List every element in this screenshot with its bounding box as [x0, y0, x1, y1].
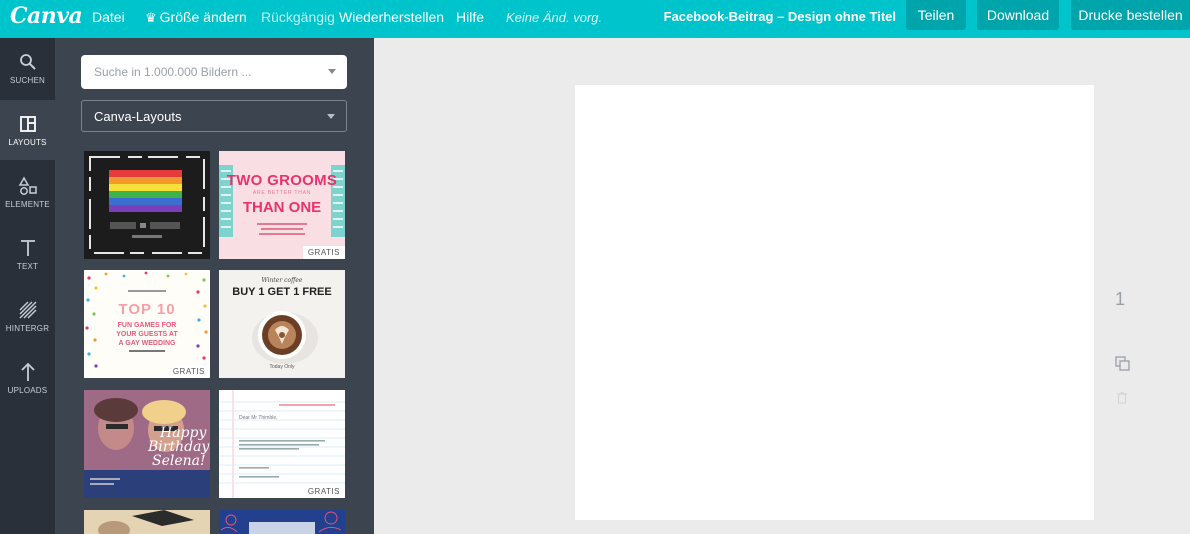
template-script-line-1: Happy	[160, 425, 207, 441]
template-subline: ARE BETTER THAN	[252, 190, 312, 196]
rail-uploads-label: UPLOADS	[7, 385, 48, 395]
image-search[interactable]	[81, 55, 347, 89]
free-badge: GRATIS	[302, 246, 345, 259]
template-thumbnail-graduation[interactable]	[84, 510, 210, 534]
template-thumbnail-birthday[interactable]: Happy Birthday Selena!	[84, 390, 210, 498]
delete-page-icon[interactable]	[1115, 391, 1129, 405]
document-title[interactable]: Facebook-Beitrag – Design ohne Titel	[664, 9, 896, 24]
elements-icon	[18, 175, 38, 196]
template-greeting: Dear Mr Thimble,	[239, 415, 278, 421]
template-footer: Today Only	[269, 364, 295, 370]
rail-background[interactable]: HINTERGR	[0, 286, 55, 346]
free-badge: GRATIS	[167, 365, 210, 378]
rail-text[interactable]: TEXT	[0, 224, 55, 284]
layout-category-select[interactable]: Canva-Layouts	[81, 100, 347, 132]
text-icon	[18, 238, 38, 258]
rail-uploads[interactable]: UPLOADS	[0, 348, 55, 408]
search-icon	[18, 52, 38, 72]
image-search-input[interactable]	[81, 55, 311, 89]
order-print-button[interactable]: Drucke bestellen	[1071, 0, 1190, 30]
coffee-cup-image	[252, 311, 318, 364]
search-dropdown-icon[interactable]	[328, 69, 336, 74]
background-icon	[18, 300, 38, 320]
rail-layouts[interactable]: LAYOUTS	[0, 100, 55, 160]
canva-logo[interactable]: Canva	[10, 3, 83, 29]
template-body: FUN GAMES FOR YOUR GUESTS AT A GAY WEDDI…	[84, 321, 210, 348]
template-script-line-2: Birthday	[148, 439, 210, 455]
undo-button[interactable]: Rückgängig	[261, 9, 335, 25]
free-badge: GRATIS	[302, 485, 345, 498]
menu-file[interactable]: Datei	[92, 9, 125, 25]
chevron-down-icon	[327, 114, 335, 119]
template-headline-2: THAN ONE	[242, 199, 322, 216]
crown-icon: ♛	[145, 10, 157, 25]
pattern-image	[219, 510, 345, 534]
share-button[interactable]: Teilen	[906, 0, 966, 30]
layouts-icon	[18, 114, 38, 134]
left-rail: SUCHEN LAYOUTS ELEMENTE TEXT HINTERGR UP…	[0, 38, 55, 534]
upload-icon	[18, 362, 38, 382]
template-thumbnail-top-10[interactable]: TOP 10 FUN GAMES FOR YOUR GUESTS AT A GA…	[84, 270, 210, 378]
template-headline: TOP 10	[118, 301, 176, 318]
menu-resize[interactable]: ♛ Größe ändern	[145, 9, 247, 26]
template-thumbnail-pattern[interactable]	[219, 510, 345, 534]
template-headline: Happy Birthday Selena!	[146, 426, 209, 468]
page-number: 1	[1115, 289, 1126, 309]
rail-search-label: SUCHEN	[10, 75, 45, 85]
template-headline: TWO GROOMS	[226, 172, 338, 189]
lined-paper-image	[219, 390, 345, 498]
template-body-line-3: A GAY WEDDING	[118, 340, 176, 347]
rail-elements-label: ELEMENTE	[5, 199, 50, 209]
graduation-photo-image	[84, 510, 210, 534]
template-thumbnail-two-grooms[interactable]: TWO GROOMS ARE BETTER THAN THAN ONE GRAT…	[219, 151, 345, 259]
copy-page-icon[interactable]	[1115, 356, 1130, 371]
template-body-line-2: YOUR GUESTS AT	[116, 331, 178, 338]
layouts-panel: Canva-Layouts	[55, 38, 374, 534]
rail-layouts-label: LAYOUTS	[8, 137, 47, 147]
download-button[interactable]: Download	[977, 0, 1059, 30]
rail-elements[interactable]: ELEMENTE	[0, 162, 55, 222]
pride-flag-image	[84, 151, 210, 259]
canvas-area: 1	[374, 38, 1190, 534]
menu-help[interactable]: Hilfe	[456, 9, 484, 25]
template-script-line-3: Selena!	[152, 453, 206, 469]
rail-search[interactable]: SUCHEN	[0, 38, 55, 98]
template-thumbnail-coffee[interactable]: Winter coffee BUY 1 GET 1 FREE Today Onl…	[219, 270, 345, 378]
layout-category-value: Canva-Layouts	[94, 109, 182, 124]
menu-resize-label: Größe ändern	[159, 9, 247, 25]
design-page[interactable]	[575, 85, 1094, 520]
template-thumbnail-letter[interactable]: Dear Mr Thimble, GRATIS	[219, 390, 345, 498]
redo-button[interactable]: Wiederherstellen	[339, 9, 444, 25]
rail-background-label: HINTERGR	[5, 323, 50, 333]
save-status: Keine Änd. vorg.	[506, 10, 603, 25]
template-body-line-1: FUN GAMES FOR	[117, 322, 177, 329]
template-thumbnail-pride-flag[interactable]	[84, 151, 210, 259]
top-bar: Canva Datei ♛ Größe ändern Rückgängig Wie…	[0, 0, 1190, 38]
rail-text-label: TEXT	[16, 261, 39, 271]
